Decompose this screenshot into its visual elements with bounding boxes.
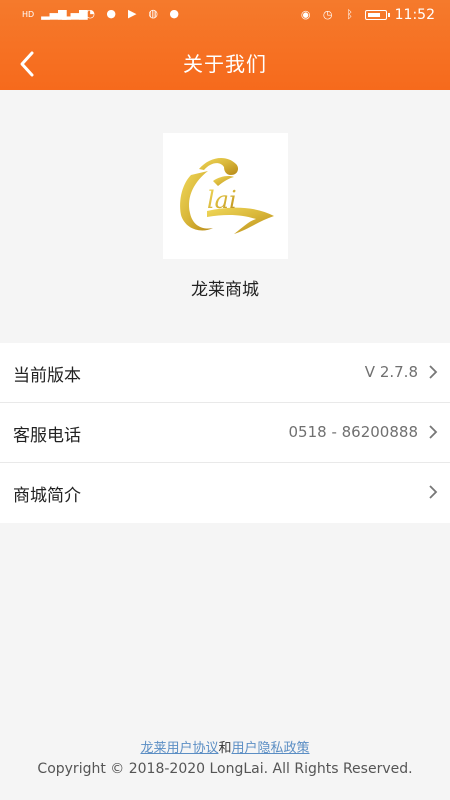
footer-links: 龙莱用户协议和用户隐私政策 <box>0 737 450 756</box>
globe-icon: ◍ <box>148 7 158 20</box>
page-title: 关于我们 <box>183 52 267 76</box>
signal-icon: ▂▄▆ <box>62 7 88 20</box>
info-list: 当前版本 V 2.7.8 客服电话 0518 - 86200888 商城简介 <box>0 343 450 523</box>
logo-wordmark: lai <box>207 186 237 214</box>
battery-icon <box>364 10 390 20</box>
customer-service-label: 客服电话 <box>13 426 81 446</box>
status-left-icons: HD ▂▄▆ ▂▄▆ ◔ ● ▶ ◍ ● <box>22 8 181 20</box>
version-row[interactable]: 当前版本 V 2.7.8 <box>0 343 450 403</box>
top-bar: HD ▂▄▆ ▂▄▆ ◔ ● ▶ ◍ ● ◉ ◷ ᛒ 11:52 关于我们 <box>0 0 450 90</box>
navigation-bar: 关于我们 <box>0 40 450 90</box>
customer-service-row[interactable]: 客服电话 0518 - 86200888 <box>0 403 450 463</box>
privacy-policy-link[interactable]: 用户隐私政策 <box>232 741 310 756</box>
user-agreement-link[interactable]: 龙莱用户协议 <box>140 741 218 756</box>
chevron-right-icon <box>429 425 438 439</box>
version-label: 当前版本 <box>13 366 81 386</box>
app-logo: lai <box>163 133 288 259</box>
chevron-right-icon <box>429 485 438 499</box>
wechat-icon: ● <box>106 7 116 20</box>
footer-conjunction: 和 <box>218 741 232 756</box>
mall-intro-row[interactable]: 商城简介 <box>0 463 450 523</box>
status-time: 11:52 <box>394 7 435 23</box>
copyright-text: Copyright © 2018-2020 LongLai. All Right… <box>37 761 413 777</box>
version-value: V 2.7.8 <box>364 363 418 381</box>
signal-icon: ▂▄▆ <box>41 7 67 20</box>
app-info-section: lai 龙莱商城 <box>0 90 450 343</box>
play-icon: ▶ <box>127 7 137 20</box>
alarm-icon: ◷ <box>322 8 333 21</box>
mall-intro-label: 商城简介 <box>13 486 81 506</box>
qq-icon: ● <box>169 7 179 20</box>
hd-label: HD <box>22 9 35 19</box>
status-bar: HD ▂▄▆ ▂▄▆ ◔ ● ▶ ◍ ● ◉ ◷ ᛒ 11:52 <box>0 0 450 34</box>
chevron-right-icon <box>429 365 438 379</box>
customer-service-value: 0518 - 86200888 <box>288 423 418 441</box>
wifi-icon: ◔ <box>85 7 95 20</box>
status-right-icons: ◉ ◷ ᛒ 11:52 <box>299 7 435 23</box>
app-name: 龙莱商城 <box>191 280 259 300</box>
logo-icon: lai <box>180 157 274 234</box>
bluetooth-icon: ᛒ <box>346 8 353 21</box>
eye-icon: ◉ <box>300 8 311 21</box>
